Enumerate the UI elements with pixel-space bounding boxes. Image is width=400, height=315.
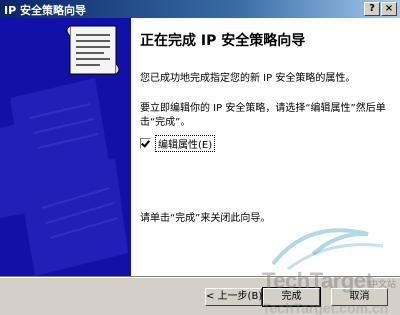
watermark-url: TechTarget.com.cn — [262, 300, 389, 315]
scroll-icon — [66, 25, 120, 75]
close-instruction: 请单击“完成”来关闭此向导。 — [140, 213, 271, 224]
back-button[interactable]: < 上一步(B) — [205, 288, 262, 306]
wizard-banner — [0, 18, 131, 276]
watermark-cn-label: 中文站 — [369, 280, 397, 290]
watermark-swoosh-icon — [271, 228, 384, 271]
edit-properties-checkbox[interactable] — [140, 137, 151, 149]
edit-properties-label[interactable]: 编辑属性(E) — [155, 134, 216, 152]
window-title: IP 安全策略向导 — [4, 4, 86, 17]
help-button[interactable]: ? — [364, 2, 380, 16]
wizard-window: IP 安全策略向导 ? × 正在完成 IP 安全策略向导 您已成功地完成指定您的… — [0, 0, 400, 315]
edit-instruction: 要立即编辑你的 IP 安全策略，请选择“编辑属性”然后单击“完成”。 — [140, 103, 386, 128]
banner-art — [0, 25, 128, 276]
close-button[interactable]: × — [381, 2, 397, 16]
watermark-brand: TechTarget — [262, 268, 373, 293]
edit-properties-checkbox-row[interactable]: 编辑属性(E) — [140, 134, 216, 152]
title-bar[interactable]: IP 安全策略向导 ? × — [0, 0, 400, 18]
completion-message: 您已成功地完成指定您的新 IP 安全策略的属性。 — [140, 73, 356, 84]
page-title: 正在完成 IP 安全策略向导 — [140, 33, 306, 49]
